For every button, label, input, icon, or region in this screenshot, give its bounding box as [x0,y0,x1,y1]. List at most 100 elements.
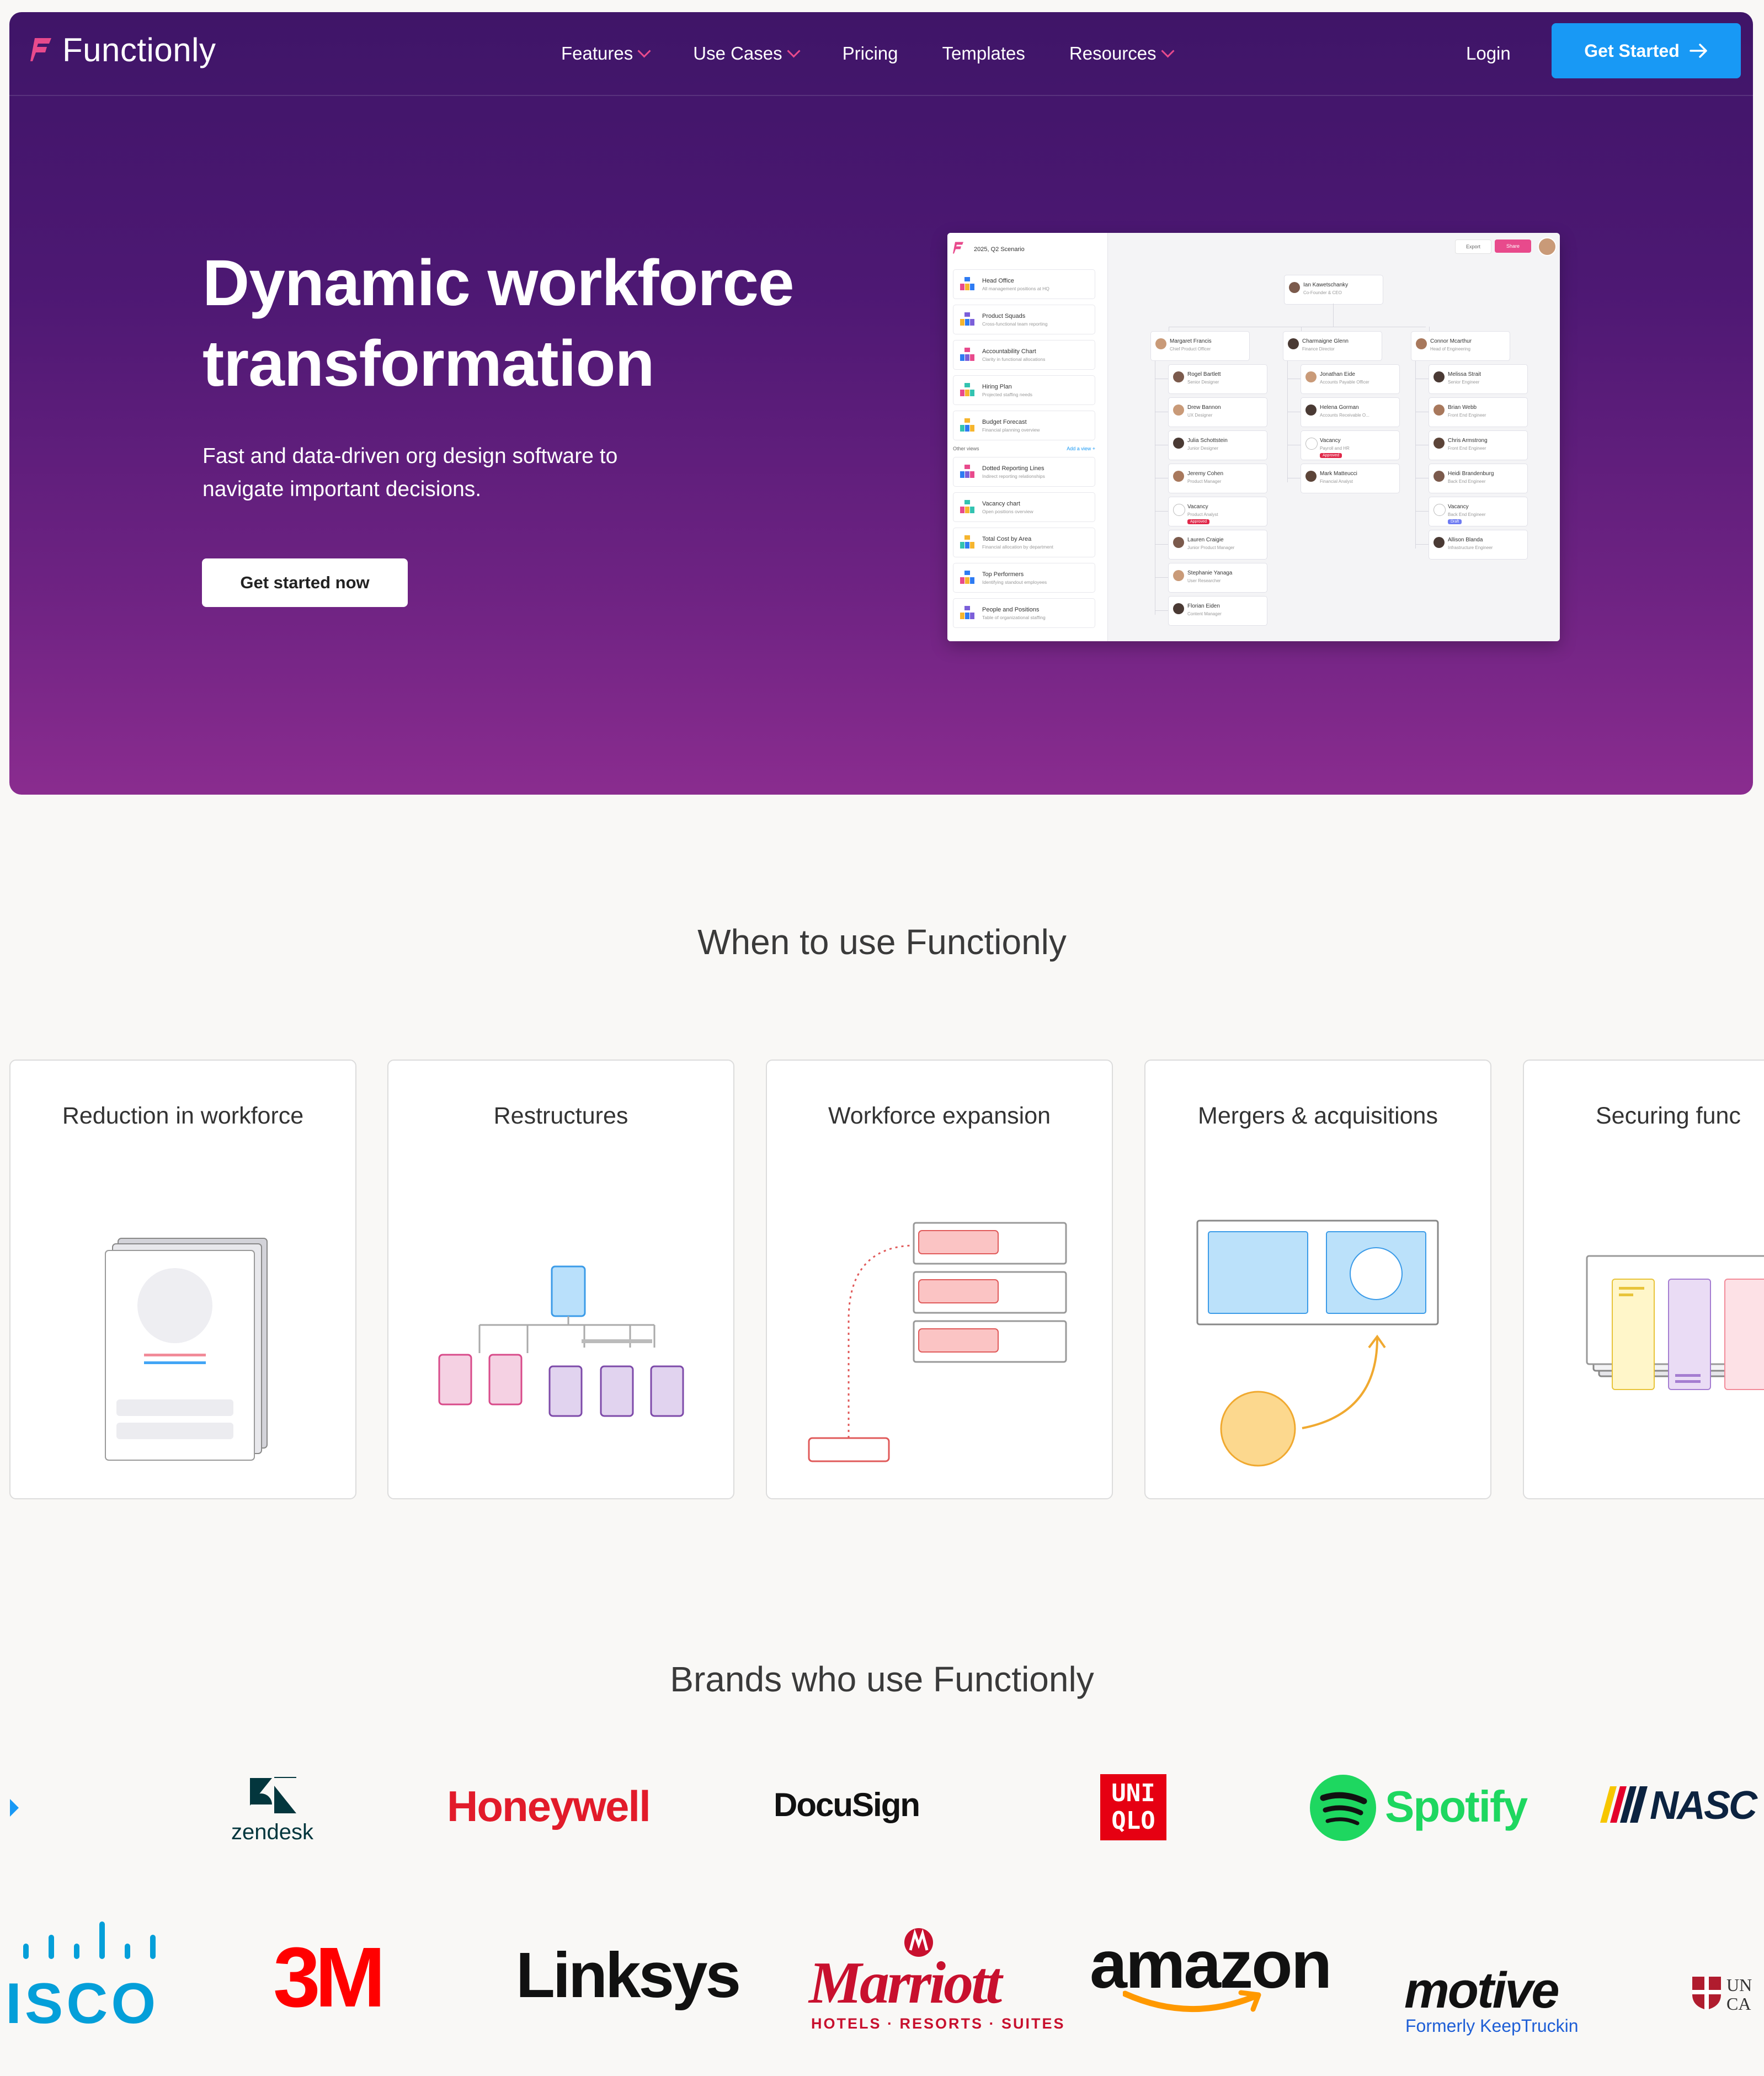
org-connector [1333,304,1334,327]
avatar [1433,438,1445,449]
view-title: Hiring Plan [982,383,1012,390]
org-node: Allison Blanda Infrastructure Engineer [1429,530,1528,560]
org-node-name: Lauren Craigie [1187,537,1224,543]
org-node: Connor Mcarthur Head of Engineering [1411,331,1510,361]
view-title: Product Squads [982,312,1026,320]
org-node: Stephanie Yanaga User Researcher [1168,563,1267,593]
org-node-name: Stephanie Yanaga [1187,570,1233,576]
view-item: Budget Forecast Financial planning overvi… [953,411,1095,440]
brand-marriott-text: Marriott [809,1950,1002,2016]
nav-pricing[interactable]: Pricing [843,43,898,64]
org-node-role: Back End Engineer [1448,512,1486,517]
restructures-illustration [438,1265,684,1417]
org-node-name: Margaret Francis [1170,338,1212,344]
view-subtitle: Clarity in functional allocations [982,356,1046,362]
carousel-arrow-icon [10,1799,19,1817]
avatar [1305,371,1317,382]
view-title: Top Performers [982,571,1024,578]
org-node: Helena Gorman Accounts Receivable O... [1301,397,1400,427]
user-outline-icon [1433,504,1446,516]
org-node-role: Product Manager [1187,479,1222,484]
brand-nascar-text: NASC [1650,1785,1757,1828]
org-node-name: Chris Armstrong [1448,438,1488,444]
brand-zendesk-text: zendesk [231,1820,313,1844]
app-preview-screenshot: 2025, Q2 Scenario Head Office All managem… [947,233,1560,641]
org-node: Mark Matteucci Financial Analyst [1301,464,1400,493]
view-subtitle: Indirect reporting relationships [982,473,1045,479]
view-subtitle: Open positions overview [982,508,1033,514]
reduction-illustration [105,1238,268,1461]
get-started-button[interactable]: Get Started [1552,23,1741,78]
org-node: Vacancy Payroll and HR Approved [1301,430,1400,460]
view-title: Accountability Chart [982,348,1036,355]
org-node-role: Accounts Receivable O... [1320,413,1369,418]
logo[interactable]: Functionly [30,28,216,72]
nav-features[interactable]: Features [561,43,651,64]
nav-use-cases-label: Use Cases [693,43,782,63]
brand-honeywell: Honeywell [447,1782,651,1830]
top-nav: Functionly Features Use Cases Pricing Te… [9,12,1753,96]
org-connector [1415,511,1429,512]
org-node-name: Jeremy Cohen [1187,471,1224,477]
org-node-role: Junior Designer [1187,446,1219,451]
brand-cambridge: UN CA [1691,1976,1764,2020]
chevron-down-icon [1161,44,1175,58]
view-icon [960,383,974,396]
use-case-card-mergers[interactable]: Mergers & acquisitions [1144,1060,1491,1499]
hero-title: Dynamic workforce transformation [202,247,795,400]
org-node-role: Co-Founder & CEO [1303,290,1342,295]
avatar [1305,404,1317,416]
zendesk-logo-icon [250,1767,296,1813]
brand-spotify-text: Spotify [1385,1782,1528,1831]
login-link[interactable]: Login [1466,12,1511,95]
cisco-bars-icon [23,1921,156,1959]
nav-resources[interactable]: Resources [1069,43,1175,64]
share-button: Share [1495,239,1531,253]
org-node: Drew Bannon UX Designer [1168,397,1267,427]
view-item: Dotted Reporting Lines Indirect reporting… [953,457,1095,487]
view-icon [960,418,974,432]
view-title: Vacancy chart [982,500,1020,507]
org-node-role: Junior Product Manager [1187,545,1235,550]
use-case-card-restructures[interactable]: Restructures [387,1060,734,1499]
view-title: Total Cost by Area [982,535,1032,542]
avatar [1288,338,1299,349]
view-title: Head Office [982,277,1014,284]
view-icon [960,465,974,478]
get-started-now-button[interactable]: Get started now [202,558,408,607]
view-item: Hiring Plan Projected staffing needs [953,375,1095,405]
view-subtitle: All management positions at HQ [982,285,1049,291]
status-badge: Draft [1448,519,1462,524]
org-node: Florian Eiden Content Manager [1168,596,1267,626]
org-node-name: Jonathan Eide [1320,371,1355,377]
cambridge-crest-icon [1692,1977,1721,2010]
brand-uniqlo: UNI QLO [1100,1774,1166,1840]
org-node-name: Allison Blanda [1448,537,1483,543]
org-node-role: Chief Product Officer [1170,347,1211,352]
org-node-name: Connor Mcarthur [1430,338,1472,344]
mergers-illustration [1196,1220,1439,1467]
org-node-name: Ian Kawetschanky [1303,282,1349,288]
org-node-name: Helena Gorman [1320,404,1359,411]
nav-features-label: Features [561,43,633,63]
use-case-card-reduction[interactable]: Reduction in workforce [9,1060,356,1499]
org-node: Julia Schottstein Junior Designer [1168,430,1267,460]
org-node: Rogel Bartlett Senior Designer [1168,364,1267,394]
org-connector [1155,511,1168,512]
nav-templates[interactable]: Templates [942,43,1025,64]
brand-motive: motive Formerly KeepTruckin [1404,1962,1592,2039]
view-title: People and Positions [982,606,1040,613]
org-connector [1415,361,1416,549]
brand-amazon: amazon [1090,1926,1332,2014]
other-views-label: Other views [953,446,979,451]
org-node-role: Head of Engineering [1430,347,1470,352]
nav-use-cases[interactable]: Use Cases [693,43,801,64]
avatar [1433,404,1445,416]
get-started-label: Get Started [1584,40,1680,61]
use-case-card-securing-funding[interactable]: Securing func [1523,1060,1764,1499]
use-case-card-expansion[interactable]: Workforce expansion [766,1060,1113,1499]
avatar [1433,471,1445,482]
view-title: Budget Forecast [982,418,1027,425]
export-button: Export [1455,239,1491,254]
org-chart-canvas: Export Share Ian Kawetschanky Co-Founder … [1107,233,1560,641]
